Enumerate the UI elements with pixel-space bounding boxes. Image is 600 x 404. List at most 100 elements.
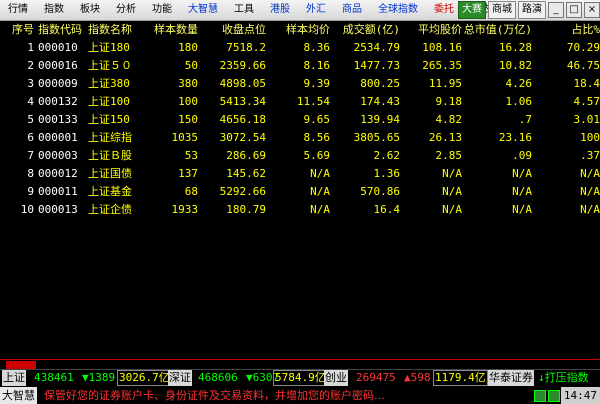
header-code[interactable]: 指数代码 <box>38 21 88 39</box>
table-row[interactable]: 8 000012 上证国债 137 145.62 N/A 1.36 N/A N/A N/A <box>0 165 600 183</box>
cell-seq: 9 <box>27 185 34 198</box>
cell-ratio: 3.01 <box>573 113 600 126</box>
cell-market-cap: 23.16 <box>498 131 532 144</box>
menu-item[interactable]: 外汇 <box>298 0 334 20</box>
cell-ratio: 100 <box>580 131 600 144</box>
cell-sample-count: 53 <box>184 149 198 162</box>
roadshow-button[interactable]: 路演 <box>518 1 546 19</box>
ticker-sh-amount: 3026.7亿 <box>117 370 172 386</box>
cell-avg-price: 108.16 <box>422 41 462 54</box>
cell-seq: 10 <box>20 203 34 216</box>
table-header: 序号 指数代码 指数名称 样本数量 收盘点位 样本均价 成交额(亿) 平均股价 … <box>0 21 600 39</box>
index-table: 序号 指数代码 指数名称 样本数量 收盘点位 样本均价 成交额(亿) 平均股价 … <box>0 21 600 219</box>
menu-item[interactable]: 板块 <box>72 0 108 20</box>
cell-code: 000133 <box>38 113 78 126</box>
cell-code: 000003 <box>38 149 78 162</box>
cell-avg-price: 26.13 <box>428 131 462 144</box>
table-row[interactable]: 9 000011 上证基金 68 5292.66 N/A 570.86 N/A N/A N/A <box>0 183 600 201</box>
cell-avg-sample-price: 5.69 <box>303 149 331 162</box>
contest-button[interactable]: 大赛 <box>458 1 486 19</box>
cell-sample-count: 150 <box>178 113 198 126</box>
cell-ratio: 70.29 <box>566 41 600 54</box>
cell-sample-count: 137 <box>178 167 198 180</box>
status-bar: 大智慧 保管好您的证券账户卡、身份证件及交易资料，并增加您的账户密码… 14:4… <box>0 387 600 404</box>
ticker-sz-value: 468606 <box>198 371 238 384</box>
cell-turnover: 1477.73 <box>353 59 400 72</box>
table-row[interactable]: 5 000133 上证150 150 4656.18 9.65 139.94 4.82.7 3.… <box>0 111 600 129</box>
app-name: 大智慧 <box>0 387 37 404</box>
cell-code: 000132 <box>38 95 78 108</box>
cell-sample-count: 1933 <box>171 203 199 216</box>
header-avg-price[interactable]: 平均股价 <box>402 21 462 39</box>
cell-seq: 8 <box>27 167 34 180</box>
table-row[interactable]: 7 000003 上证Ｂ股 53 286.69 5.69 2.62 2.85.09.37 <box>0 147 600 165</box>
menu-item[interactable]: 港股 <box>262 0 298 20</box>
cell-avg-sample-price: N/A <box>310 167 330 180</box>
cell-seq: 7 <box>27 149 34 162</box>
cell-seq: 3 <box>27 77 34 90</box>
header-market-cap[interactable]: 总市值(万亿) <box>462 21 532 39</box>
cell-close: 5413.34 <box>219 95 266 108</box>
cell-avg-price: N/A <box>442 185 462 198</box>
cell-close: 180.79 <box>226 203 266 216</box>
cell-ratio: N/A <box>580 185 600 198</box>
menu-item[interactable]: 指数 <box>36 0 72 20</box>
menu-item[interactable]: 分析 <box>108 0 144 20</box>
cell-close: 7518.2 <box>226 41 266 54</box>
cell-avg-price: 265.35 <box>422 59 462 72</box>
header-close[interactable]: 收盘点位 <box>200 21 266 39</box>
cell-ratio: 18.4 <box>573 77 600 90</box>
cell-sample-count: 50 <box>184 59 198 72</box>
cell-code: 000011 <box>38 185 78 198</box>
table-row[interactable]: 1 000010 上证180 180 7518.2 8.36 2534.79 108.16 16… <box>0 39 600 57</box>
close-icon[interactable]: × <box>584 2 600 18</box>
table-row[interactable]: 6 000001 上证综指 1035 3072.54 8.56 3805.65 26.13 23… <box>0 129 600 147</box>
cell-sample-count: 100 <box>178 95 198 108</box>
menu-item[interactable]: 工具 <box>226 0 262 20</box>
cell-ratio: 46.75 <box>566 59 600 72</box>
header-turnover[interactable]: 成交额(亿) <box>332 21 400 39</box>
cell-code: 000016 <box>38 59 78 72</box>
menu-item[interactable]: 行情 <box>0 0 36 20</box>
menu-item[interactable]: 全球指数 <box>370 0 426 20</box>
cell-avg-price: 9.18 <box>435 95 463 108</box>
maximize-icon[interactable]: □ <box>566 2 582 18</box>
cell-avg-sample-price: 8.56 <box>303 131 331 144</box>
cell-avg-price: 4.82 <box>435 113 463 126</box>
header-avg-sample-price[interactable]: 样本均价 <box>268 21 330 39</box>
ticker-sh-label[interactable]: 上证 <box>2 370 26 386</box>
cell-close: 5292.66 <box>219 185 266 198</box>
table-row[interactable]: 2 000016 上证５０ 50 2359.66 8.16 1477.73 265.35 10.… <box>0 57 600 75</box>
ticker-cy-change: ▲598 <box>404 371 431 384</box>
toolbar-right: 大赛 商城 路演 _ □ × <box>458 1 600 19</box>
menu-item[interactable]: 委托 <box>426 0 462 20</box>
cell-sample-count: 68 <box>184 185 198 198</box>
cell-turnover: 174.43 <box>360 95 400 108</box>
table-row[interactable]: 10 000013 上证企债 1933 180.79 N/A 16.4 N/A N/A N/A <box>0 201 600 219</box>
ticker-cy-label[interactable]: 创业 <box>324 370 348 386</box>
menu-item[interactable]: 商品 <box>334 0 370 20</box>
horizontal-scrollbar[interactable] <box>6 361 36 369</box>
cell-market-cap: N/A <box>512 185 532 198</box>
cell-turnover: 16.4 <box>373 203 401 216</box>
cell-turnover: 2.62 <box>373 149 401 162</box>
menu-item[interactable]: 功能 <box>144 0 180 20</box>
cell-avg-price: N/A <box>442 167 462 180</box>
cell-avg-sample-price: 8.16 <box>303 59 331 72</box>
header-ratio[interactable]: 占比% <box>534 21 600 39</box>
cell-seq: 2 <box>27 59 34 72</box>
ticker-sz-label[interactable]: 深证 <box>168 370 192 386</box>
header-sample-count[interactable]: 样本数量 <box>140 21 198 39</box>
cell-turnover: 1.36 <box>373 167 401 180</box>
header-seq[interactable]: 序号 <box>4 21 34 39</box>
connection-icon <box>534 390 546 402</box>
menu-item[interactable]: 大智慧 <box>180 0 226 20</box>
minimize-icon[interactable]: _ <box>548 2 564 18</box>
cell-turnover: 3805.65 <box>353 131 400 144</box>
table-row[interactable]: 3 000009 上证380 380 4898.05 9.39 800.25 11.95 4.2… <box>0 75 600 93</box>
cell-seq: 1 <box>27 41 34 54</box>
table-row[interactable]: 4 000132 上证100 100 5413.34 11.54 174.43 9.18 1.0… <box>0 93 600 111</box>
ticker-broker[interactable]: 华泰证券 <box>488 370 534 386</box>
cell-market-cap: 16.28 <box>498 41 532 54</box>
mall-button[interactable]: 商城 <box>488 1 516 19</box>
